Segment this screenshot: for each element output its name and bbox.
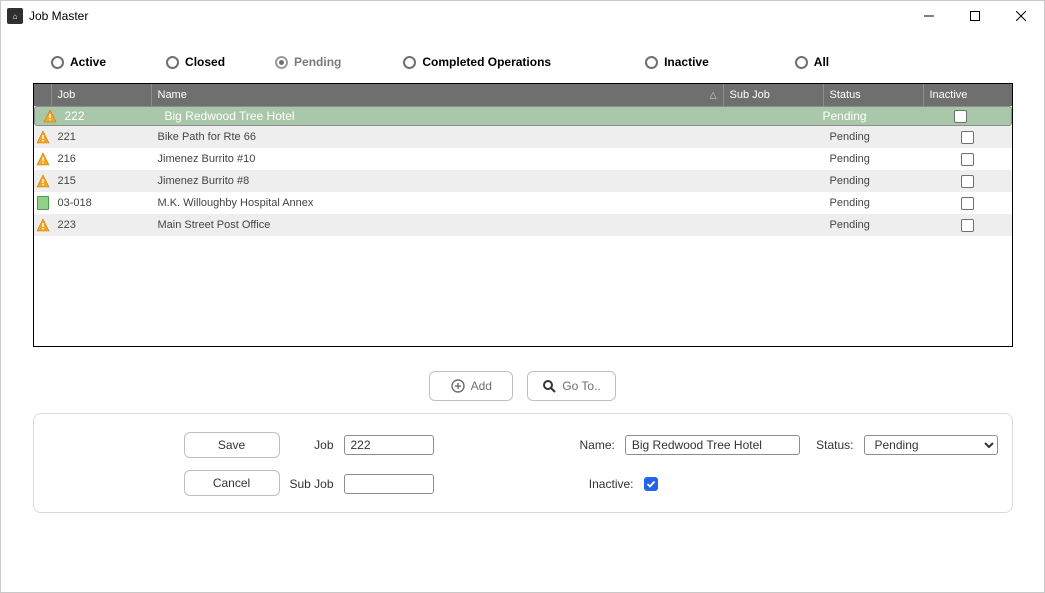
filter-radio-group: Active Closed Pending Completed Operatio… [15,47,1030,83]
job-grid: Job Name △ Sub Job Status Inactive 222Bi… [33,83,1013,347]
save-button[interactable]: Save [184,432,280,458]
sort-asc-icon: △ [710,90,717,101]
filter-pending[interactable]: Pending [275,55,341,69]
cell-job: 215 [52,175,152,187]
filter-label: Inactive [664,55,709,69]
close-button[interactable] [998,1,1044,31]
status-select[interactable]: Pending [864,435,998,455]
radio-icon [645,56,658,69]
filter-label: All [814,55,829,69]
maximize-button[interactable] [952,1,998,31]
cell-name: Main Street Post Office [152,219,724,231]
goto-button[interactable]: Go To.. [527,371,615,401]
radio-icon [403,56,416,69]
warning-icon [41,109,59,123]
warning-icon [34,174,52,188]
cell-name: Bike Path for Rte 66 [152,131,724,143]
cell-name: M.K. Willoughby Hospital Annex [152,197,724,209]
col-header-name-label: Name [158,89,187,101]
inactive-checkbox[interactable] [961,131,974,144]
app-icon: ⌂ [7,8,23,24]
cancel-button[interactable]: Cancel [184,470,280,496]
cell-inactive [924,219,1012,232]
warning-icon [34,130,52,144]
inactive-checkbox[interactable] [961,153,974,166]
table-row[interactable]: 216Jimenez Burrito #10 Pending [34,148,1012,170]
filter-label: Pending [294,55,341,69]
name-field[interactable] [625,435,800,455]
label-name: Name: [580,438,625,452]
radio-icon [275,56,288,69]
cell-status: Pending [824,197,924,209]
job-field[interactable] [344,435,434,455]
filter-closed[interactable]: Closed [166,55,225,69]
file-icon [34,196,52,210]
inactive-checkbox[interactable] [961,219,974,232]
col-header-inactive[interactable]: Inactive [924,84,1012,106]
cell-inactive [924,153,1012,166]
cell-inactive [924,197,1012,210]
cell-name: Big Redwood Tree Hotel [159,109,717,123]
cell-status: Pending [824,153,924,165]
warning-icon [34,218,52,232]
inactive-checkbox[interactable] [954,110,967,123]
inactive-checkbox[interactable] [961,175,974,188]
table-row[interactable]: 223Main Street Post Office Pending [34,214,1012,236]
radio-icon [166,56,179,69]
cell-status: Pending [824,131,924,143]
filter-inactive[interactable]: Inactive [645,55,709,69]
col-header-subjob[interactable]: Sub Job [724,84,824,106]
label-subjob: Sub Job [280,477,344,491]
filter-completed-operations[interactable]: Completed Operations [403,55,551,69]
filter-all[interactable]: All [795,55,829,69]
label-inactive: Inactive: [580,477,644,491]
filter-label: Completed Operations [422,55,551,69]
grid-action-buttons: Add Go To.. [15,347,1030,413]
subjob-field[interactable] [344,474,434,494]
add-button-label: Add [471,379,492,393]
table-row[interactable]: 03-018M.K. Willoughby Hospital Annex Pend… [34,192,1012,214]
col-header-job[interactable]: Job [52,84,152,106]
table-row[interactable]: 221Bike Path for Rte 66 Pending [34,126,1012,148]
cell-job: 03-018 [52,197,152,209]
cell-status: Pending [824,219,924,231]
col-header-icon[interactable] [34,84,52,106]
titlebar: ⌂ Job Master [1,1,1044,31]
cell-job: 222 [59,109,159,123]
cell-job: 221 [52,131,152,143]
table-row[interactable]: 222Big Redwood Tree Hotel Pending [34,106,1012,126]
cell-name: Jimenez Burrito #8 [152,175,724,187]
plus-circle-icon [451,379,465,393]
cell-job: 216 [52,153,152,165]
warning-icon [34,152,52,166]
inactive-checkbox[interactable] [644,477,658,491]
filter-label: Closed [185,55,225,69]
window-title: Job Master [29,9,88,23]
table-row[interactable]: 215Jimenez Burrito #8 Pending [34,170,1012,192]
col-header-status[interactable]: Status [824,84,924,106]
cell-job: 223 [52,219,152,231]
cell-inactive [917,110,1005,123]
filter-label: Active [70,55,106,69]
label-job: Job [280,438,344,452]
cell-status: Pending [824,175,924,187]
add-button[interactable]: Add [429,371,513,401]
cell-status: Pending [817,109,917,123]
radio-icon [795,56,808,69]
goto-button-label: Go To.. [562,379,600,393]
cell-inactive [924,131,1012,144]
inactive-checkbox[interactable] [961,197,974,210]
radio-icon [51,56,64,69]
search-icon [542,379,556,393]
filter-active[interactable]: Active [51,55,106,69]
cell-inactive [924,175,1012,188]
content-area: Active Closed Pending Completed Operatio… [1,31,1044,523]
label-status: Status: [800,438,864,452]
grid-header: Job Name △ Sub Job Status Inactive [34,84,1012,106]
col-header-name[interactable]: Name △ [152,84,724,106]
minimize-button[interactable] [906,1,952,31]
cell-name: Jimenez Burrito #10 [152,153,724,165]
detail-panel: Job Name: Status: Pending Save Cancel [33,413,1013,513]
